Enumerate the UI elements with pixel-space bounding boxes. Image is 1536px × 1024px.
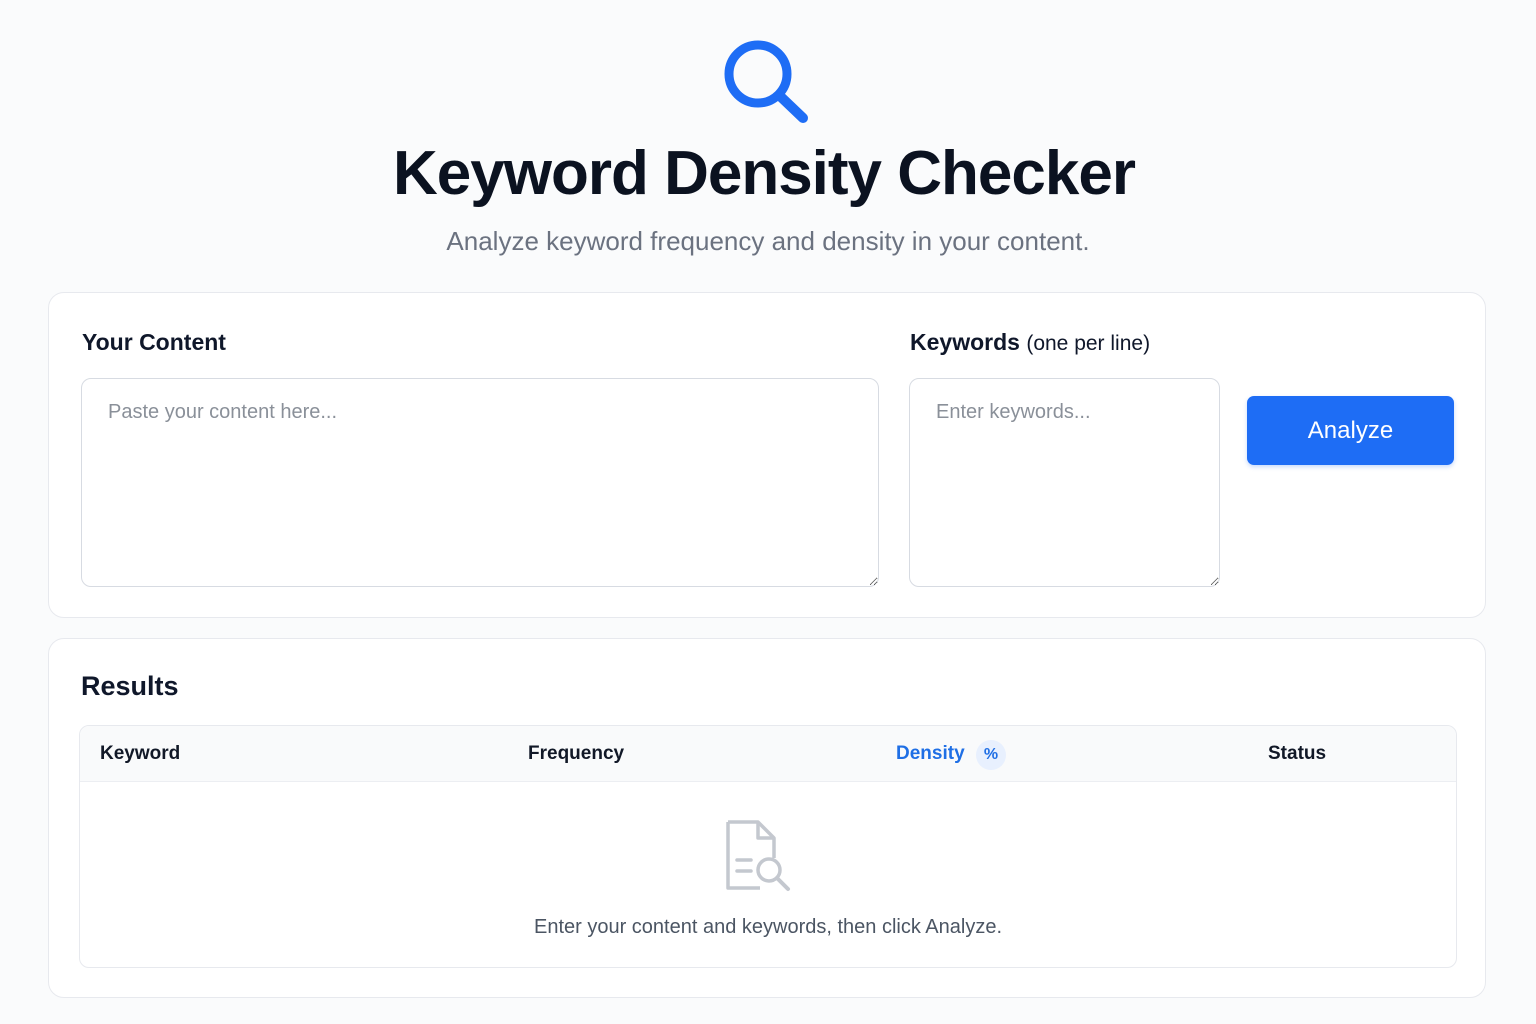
- document-search-icon: [726, 820, 790, 891]
- content-textarea[interactable]: [81, 378, 879, 587]
- magnifier-icon: [724, 40, 808, 123]
- column-keyword[interactable]: Keyword: [100, 743, 180, 765]
- column-status[interactable]: Status: [1268, 743, 1326, 765]
- column-density[interactable]: Density: [896, 743, 965, 765]
- keywords-textarea[interactable]: [909, 378, 1220, 587]
- density-percent-badge: %: [976, 740, 1006, 770]
- table-header: Keyword Frequency Density % Status: [80, 726, 1456, 782]
- input-card: Your Content Keywords (one per line) Ana…: [48, 292, 1486, 618]
- analyze-button[interactable]: Analyze: [1247, 396, 1454, 465]
- results-table: Keyword Frequency Density % Status Enter…: [79, 725, 1457, 968]
- empty-state-message: Enter your content and keywords, then cl…: [533, 916, 1003, 938]
- page-title: Keyword Density Checker: [393, 139, 1136, 208]
- page-subtitle: Analyze keyword frequency and density in…: [446, 226, 1090, 256]
- column-frequency[interactable]: Frequency: [528, 743, 624, 765]
- results-title: Results: [81, 671, 179, 701]
- keywords-hint: (one per line): [1026, 332, 1151, 355]
- keywords-label-group: Keywords (one per line): [910, 329, 1150, 356]
- results-card: Results Keyword Frequency Density % Stat…: [48, 638, 1486, 998]
- content-label: Your Content: [82, 329, 226, 355]
- keywords-label: Keywords: [910, 329, 1020, 355]
- page: Keyword Density Checker Analyze keyword …: [0, 0, 1536, 1024]
